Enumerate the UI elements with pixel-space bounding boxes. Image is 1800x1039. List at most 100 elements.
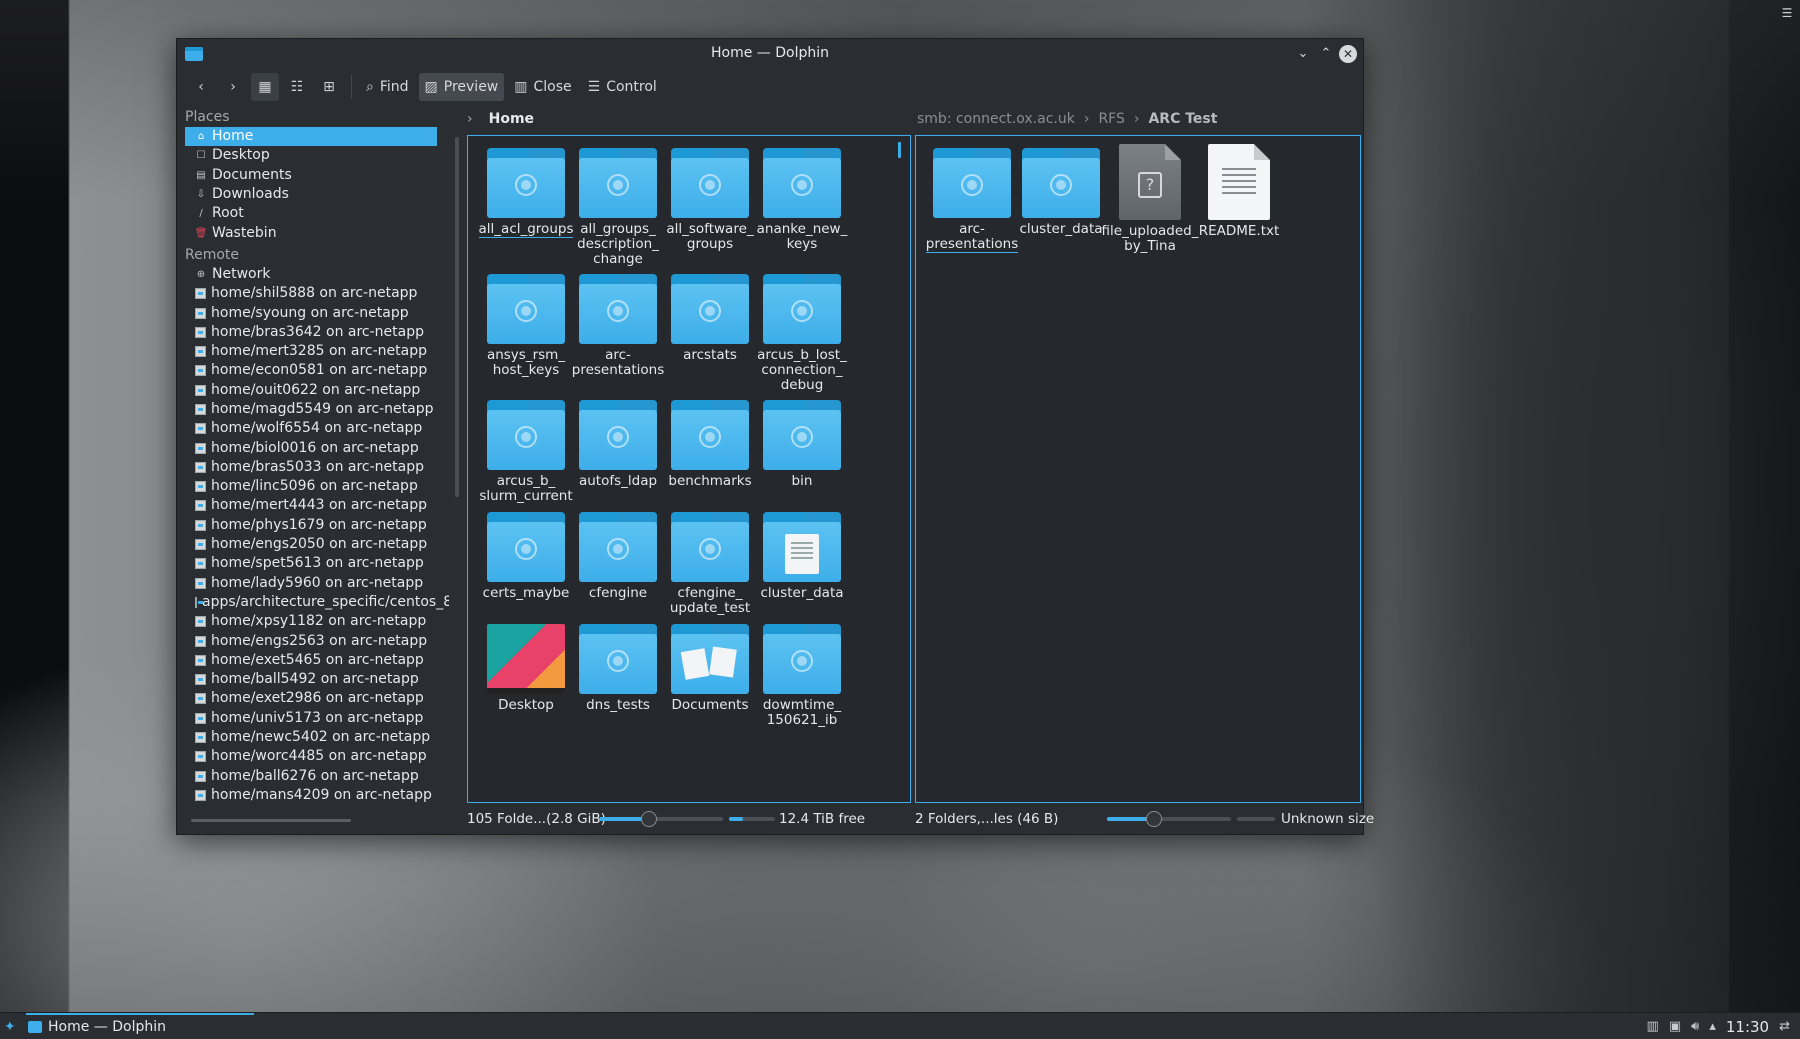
left-view-scrollbar[interactable] [898,142,901,158]
sidebar-item-label: home/spet5613 on arc-netapp [211,555,424,572]
file-item[interactable]: ananke_new_ keys [750,148,854,252]
task-dolphin[interactable]: Home — Dolphin [26,1013,254,1039]
sidebar-item-remote[interactable]: home/ball6276 on arc-netapp [185,767,437,786]
sidebar-item-remote[interactable]: home/magd5549 on arc-netapp [185,400,437,419]
file-item[interactable]: cfengine [566,512,670,601]
file-item[interactable]: arcstats [658,274,762,363]
file-item[interactable]: arcus_b_lost_ connection_ debug [750,274,854,393]
back-button[interactable]: ‹ [187,73,215,101]
sidebar-item-remote[interactable]: home/bras3642 on arc-netapp [185,323,437,342]
file-item[interactable]: all_groups_ description_ change [566,148,670,267]
sidebar-item-remote[interactable]: home/univ5173 on arc-netapp [185,709,437,728]
breadcrumb-home[interactable]: Home [489,111,534,127]
chevron-left-icon: ‹ [198,79,204,95]
preview-button[interactable]: ▨ Preview [418,73,505,101]
volume-icon[interactable]: 🔊︎ [1691,1019,1699,1034]
close-window-button[interactable]: ✕ [1339,45,1357,63]
sidebar-item-remote[interactable]: home/spet5613 on arc-netapp [185,554,437,573]
maximize-button[interactable]: ⌃ [1317,45,1335,63]
sidebar-item-remote[interactable]: home/wolf6554 on arc-netapp [185,419,437,438]
file-item[interactable]: dns_tests [566,624,670,713]
sidebar-item-remote[interactable]: home/engs2050 on arc-netapp [185,535,437,554]
file-item[interactable]: bin [750,400,854,489]
sidebar-item-remote[interactable]: home/newc5402 on arc-netapp [185,728,437,747]
sidebar-item-label: home/ball5492 on arc-netapp [211,671,419,688]
file-item[interactable]: README.txt [1187,144,1291,239]
file-item[interactable]: certs_maybe [474,512,578,601]
right-file-view[interactable]: arc- presentations cluster_data? file_uplo… [915,135,1361,803]
sidebar-item-network[interactable]: ⊕ Network [185,265,437,284]
sidebar-item-remote[interactable]: home/econ0581 on arc-netapp [185,361,437,380]
sidebar-item-downloads[interactable]: ⇩ Downloads [185,185,437,204]
network-tray-icon[interactable]: ▥ [1647,1019,1659,1034]
file-item[interactable]: benchmarks [658,400,762,489]
search-icon: ⌕ [366,79,374,95]
file-item[interactable]: arc- presentations [566,274,670,378]
sidebar-item-remote[interactable]: home/exet2986 on arc-netapp [185,689,437,708]
sidebar-item-remote[interactable]: home/mert3285 on arc-netapp [185,342,437,361]
network-share-icon [195,693,206,705]
find-button[interactable]: ⌕ Find [360,73,415,101]
control-menu-button[interactable]: ☰ Control [582,73,663,101]
sidebar-item-label: home/engs2563 on arc-netapp [211,632,428,649]
file-item[interactable]: all_acl_groups [474,148,578,238]
compact-view-button[interactable]: ☷ [283,73,311,101]
sidebar-item-remote[interactable]: home/lady5960 on arc-netapp [185,574,437,593]
sidebar-item-remote[interactable]: home/shil5888 on arc-netapp [185,284,437,303]
forward-button[interactable]: › [219,73,247,101]
file-item[interactable]: Documents [658,624,762,713]
left-zoom-slider[interactable] [599,811,723,827]
file-item[interactable]: ansys_rsm_ host_keys [474,274,578,378]
clock[interactable]: 11:30 [1726,1018,1769,1036]
application-launcher-icon[interactable]: ✦ [4,1019,16,1035]
sidebar-item-home[interactable]: ⌂ Home [185,127,437,147]
sidebar-item-desktop[interactable]: ☐ Desktop [185,146,437,165]
sidebar-item-remote[interactable]: home/exet5465 on arc-netapp [185,651,437,670]
sidebar-horizontal-scrollbar[interactable] [191,819,351,822]
network-share-icon [195,558,206,570]
sidebar-item-remote[interactable]: home/phys1679 on arc-netapp [185,516,437,535]
sidebar-item-remote[interactable]: home/linc5096 on arc-netapp [185,477,437,496]
sidebar-item-remote[interactable]: home/ouit0622 on arc-netapp [185,381,437,400]
file-item[interactable]: cluster_data [750,512,854,601]
downloads-icon: ⇩ [196,189,206,201]
file-item[interactable]: autofs_ldap [566,400,670,489]
file-item[interactable]: dowmtime_ 150621_ib [750,624,854,728]
breadcrumb-arrow-icon[interactable]: › [467,111,473,127]
sidebar-scrollbar[interactable] [455,137,459,497]
sidebar-item-remote[interactable]: home/bras5033 on arc-netapp [185,458,437,477]
network-share-icon [195,577,206,589]
icons-view-button[interactable]: ▦ [251,73,279,101]
sidebar-item-documents[interactable]: ▤ Documents [185,166,437,185]
remote-folder-icon [487,512,565,582]
sidebar-item-remote[interactable]: home/engs2563 on arc-netapp [185,631,437,650]
sidebar-item-remote[interactable]: home/mans4209 on arc-netapp [185,786,437,805]
sidebar-item-remote[interactable]: home/syoung on arc-netapp [185,303,437,322]
sidebar-item-remote[interactable]: home/mert4443 on arc-netapp [185,496,437,515]
sidebar-item-root[interactable]: / Root [185,204,437,223]
breadcrumb-arc-test[interactable]: ARC Test [1148,111,1217,127]
sidebar-item-remote[interactable]: home/biol0016 on arc-netapp [185,438,437,457]
sidebar-item-wastebin[interactable]: 🗑︎ Wastebin [185,223,437,242]
file-item[interactable]: cfengine_ update_test [658,512,762,616]
breadcrumb-smb[interactable]: smb: connect.ox.ac.uk [917,111,1075,127]
minimize-button[interactable]: ⌄ [1294,45,1312,63]
breadcrumb-rfs[interactable]: RFS [1098,111,1124,127]
sidebar-item-remote[interactable]: home/worc4485 on arc-netapp [185,747,437,766]
network-share-icon [195,481,206,493]
right-zoom-slider[interactable] [1107,811,1231,827]
clipboard-tray-icon[interactable]: ▣ [1669,1019,1681,1034]
file-item[interactable]: Desktop [474,624,578,713]
desktop-menu-icon[interactable]: ☰ [1780,6,1794,20]
sidebar-item-remote[interactable]: home/ball5492 on arc-netapp [185,670,437,689]
expand-tray-icon[interactable]: ▴ [1709,1019,1716,1034]
close-split-button[interactable]: ▥ Close [508,73,577,101]
file-item[interactable]: arcus_b_ slurm_current [474,400,578,504]
remote-folder-icon [579,512,657,582]
details-view-button[interactable]: ⊞ [315,73,343,101]
show-desktop-icon[interactable]: ⇄ [1779,1019,1790,1034]
file-item[interactable]: all_software_ groups [658,148,762,252]
sidebar-item-remote[interactable]: apps/architecture_specific/centos_8/ [185,593,449,612]
left-file-view[interactable]: all_acl_groups all_groups_ description_ c… [467,135,911,803]
sidebar-item-remote[interactable]: home/xpsy1182 on arc-netapp [185,612,437,631]
